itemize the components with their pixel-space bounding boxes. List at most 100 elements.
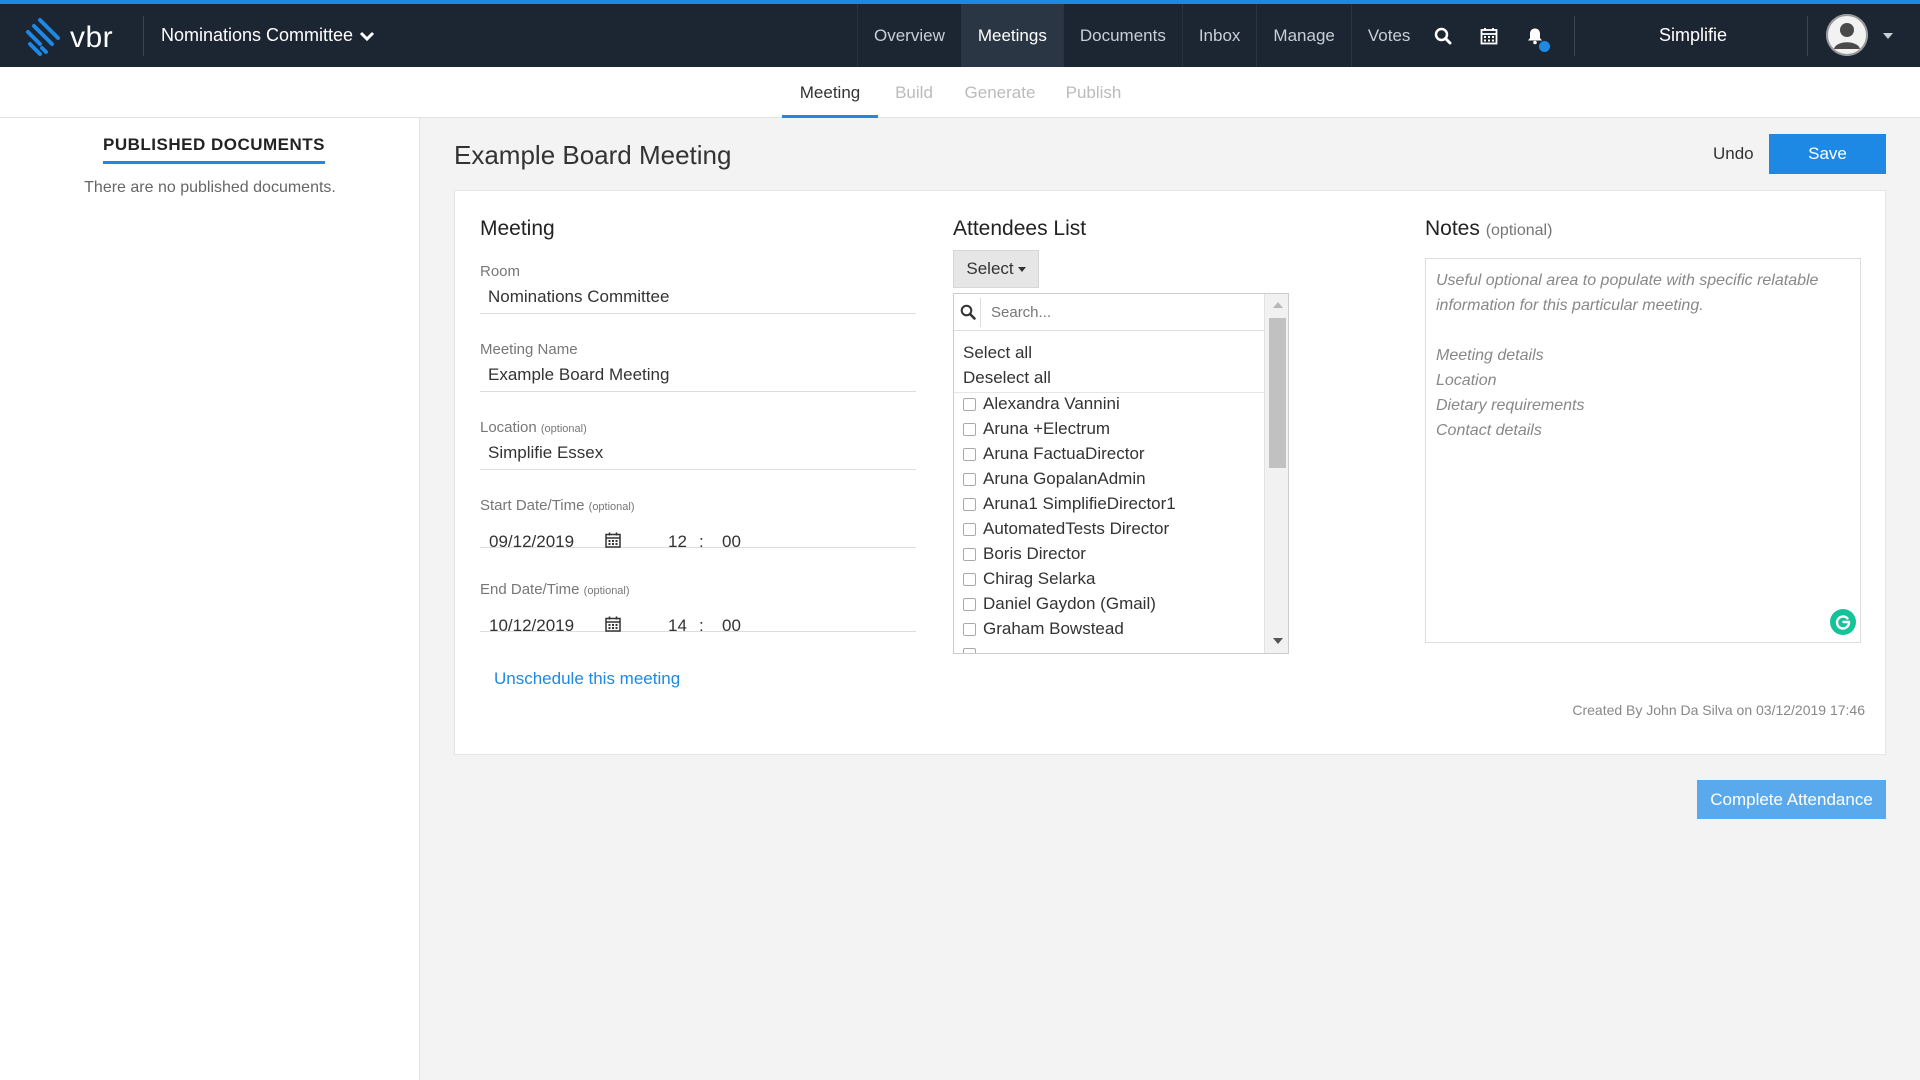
room-field[interactable]: Nominations Committee [480,280,916,314]
attendee-name: Alexandra Vannini [983,394,1120,413]
notes-placeholder-line: Dietary requirements [1436,397,1585,414]
grammarly-g-icon [1835,615,1851,630]
attendee-checkbox[interactable] [963,448,976,461]
scroll-up-arrow-icon[interactable] [1273,302,1283,308]
attendee-checkbox[interactable] [963,473,976,486]
notes-placeholder-line: Location [1436,372,1497,389]
scrollbar-thumb[interactable] [1269,318,1286,468]
attendee-checkbox[interactable] [963,648,976,653]
start-label-text: Start Date/Time [480,497,585,514]
notes-placeholder-line: Meeting details [1436,347,1544,364]
deselect-all-option[interactable]: Deselect all [963,368,1051,388]
attendee-checkbox[interactable] [963,498,976,511]
attendee-option[interactable]: Aruna +Electrum [954,418,1264,443]
attendee-option[interactable]: Aruna FactuaDirector [954,443,1264,468]
unschedule-meeting-link[interactable]: Unschedule this meeting [494,669,680,689]
start-datetime-label: Start Date/Time (optional) [480,497,635,514]
tab-publish[interactable]: Publish [1062,67,1125,118]
attendee-option[interactable]: Chirag Selarka [954,568,1264,593]
attendee-option[interactable]: Boris Director [954,543,1264,568]
attendees-scrollbar[interactable] [1264,294,1288,653]
calendar-icon [1480,27,1498,44]
organization-name[interactable]: Simplifie [1659,25,1727,46]
committee-name: Nominations Committee [161,25,354,45]
nav-overview[interactable]: Overview [857,4,961,67]
attendee-option[interactable]: Daniel Gaydon (Gmail) [954,593,1264,618]
start-date-input[interactable]: 09/12/2019 [489,532,574,552]
attendee-checkbox[interactable] [963,398,976,411]
scroll-down-arrow-icon[interactable] [1273,638,1283,644]
attendee-name: Daniel Gaydon (Gmail) [983,594,1156,613]
nav-meetings[interactable]: Meetings [960,4,1063,67]
meeting-heading: Meeting [480,217,555,240]
undo-button[interactable]: Undo [1705,134,1762,174]
location-label: Location (optional) [480,419,587,436]
meeting-name-field[interactable]: Example Board Meeting [480,358,916,392]
grammarly-icon[interactable] [1830,609,1856,635]
attendee-checkbox[interactable] [963,623,976,636]
avatar[interactable] [1826,14,1868,56]
notifications-button[interactable] [1512,4,1558,67]
search-icon [960,304,976,320]
start-time-separator: : [699,532,704,551]
end-minute-input[interactable]: 00 [722,616,741,636]
attendee-checkbox[interactable] [963,598,976,611]
search-button[interactable] [1420,4,1466,67]
tab-build[interactable]: Build [889,67,939,118]
chevron-down-icon [360,31,375,41]
attendee-option[interactable]: Aruna GopalanAdmin [954,468,1264,493]
nav-inbox[interactable]: Inbox [1181,4,1257,67]
end-date-input[interactable]: 10/12/2019 [489,616,574,636]
attendee-name: Aruna GopalanAdmin [983,469,1146,488]
main-nav: Overview Meetings Documents Inbox Manage… [857,4,1426,67]
start-hour-input[interactable]: 12 [668,532,687,552]
attendee-option[interactable]: Graham Bowstead [954,618,1264,643]
end-calendar-icon[interactable] [605,616,621,632]
sidebar: PUBLISHED DOCUMENTS There are no publish… [0,118,420,1080]
divider [1807,16,1808,56]
notes-placeholder-intro: Useful optional area to populate with sp… [1436,272,1819,314]
nav-votes[interactable]: Votes [1350,4,1427,67]
end-hour-input[interactable]: 14 [668,616,687,636]
start-minute-input[interactable]: 00 [722,532,741,552]
top-navigation-bar: vbr Nominations Committee Overview Meeti… [0,0,1920,67]
attendee-checkbox[interactable] [963,523,976,536]
start-calendar-icon[interactable] [605,532,621,548]
user-menu-caret-icon[interactable] [1883,33,1893,39]
notification-badge [1539,41,1550,52]
attendee-name: Chirag Selarka [983,569,1096,588]
save-button[interactable]: Save [1769,134,1886,174]
published-documents-title: PUBLISHED DOCUMENTS [103,135,326,164]
attendee-option[interactable]: Alexandra Vannini [954,393,1264,418]
logo-text: vbr [70,21,114,54]
attendees-dropdown: Select all Deselect all Alexandra Vannin… [953,293,1289,654]
notes-textarea[interactable]: Useful optional area to populate with sp… [1425,258,1861,643]
notes-placeholder-line: Contact details [1436,422,1542,439]
calendar-button[interactable] [1466,4,1512,67]
attendee-option-partial[interactable] [954,643,1264,653]
select-all-option[interactable]: Select all [963,343,1032,363]
divider [1574,16,1575,56]
attendee-option[interactable]: AutomatedTests Director [954,518,1264,543]
location-field[interactable]: Simplifie Essex [480,436,916,470]
start-optional: (optional) [588,501,635,513]
vbr-logo[interactable]: vbr [24,18,113,58]
nav-documents[interactable]: Documents [1062,4,1182,67]
attendee-checkbox[interactable] [963,423,976,436]
tab-generate[interactable]: Generate [960,67,1040,118]
committee-selector[interactable]: Nominations Committee [161,25,375,46]
attendee-name: Graham Bowstead [983,619,1124,638]
attendee-checkbox[interactable] [963,573,976,586]
end-label-text: End Date/Time [480,581,580,598]
notes-heading-text: Notes [1425,217,1480,240]
tab-meeting[interactable]: Meeting [782,67,878,118]
attendees-search-row [954,294,1264,331]
end-optional: (optional) [583,585,630,597]
no-documents-message: There are no published documents. [84,179,336,196]
attendee-checkbox[interactable] [963,548,976,561]
nav-manage[interactable]: Manage [1256,4,1350,67]
complete-attendance-button[interactable]: Complete Attendance [1697,780,1886,819]
attendees-select-button[interactable]: Select [953,250,1039,288]
attendees-search-input[interactable] [980,298,1262,327]
attendee-option[interactable]: Aruna1 SimplifieDirector1 [954,493,1264,518]
